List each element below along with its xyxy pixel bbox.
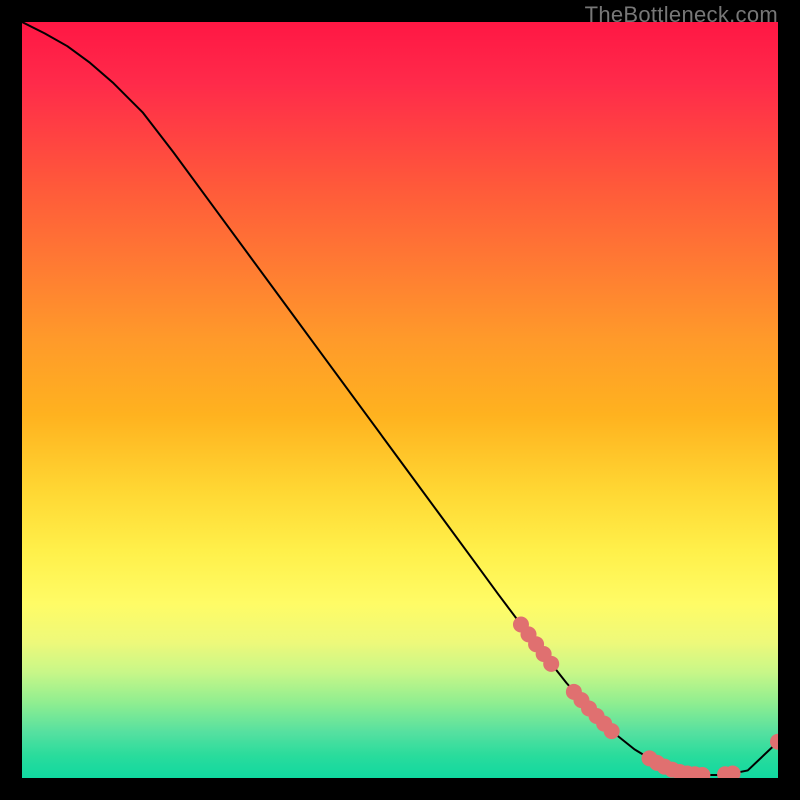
data-marker bbox=[543, 656, 559, 672]
curve-line bbox=[22, 22, 778, 775]
chart-svg bbox=[22, 22, 778, 778]
plot-area bbox=[22, 22, 778, 778]
chart-container: TheBottleneck.com bbox=[0, 0, 800, 800]
marker-group bbox=[513, 617, 778, 778]
data-marker bbox=[604, 723, 620, 739]
